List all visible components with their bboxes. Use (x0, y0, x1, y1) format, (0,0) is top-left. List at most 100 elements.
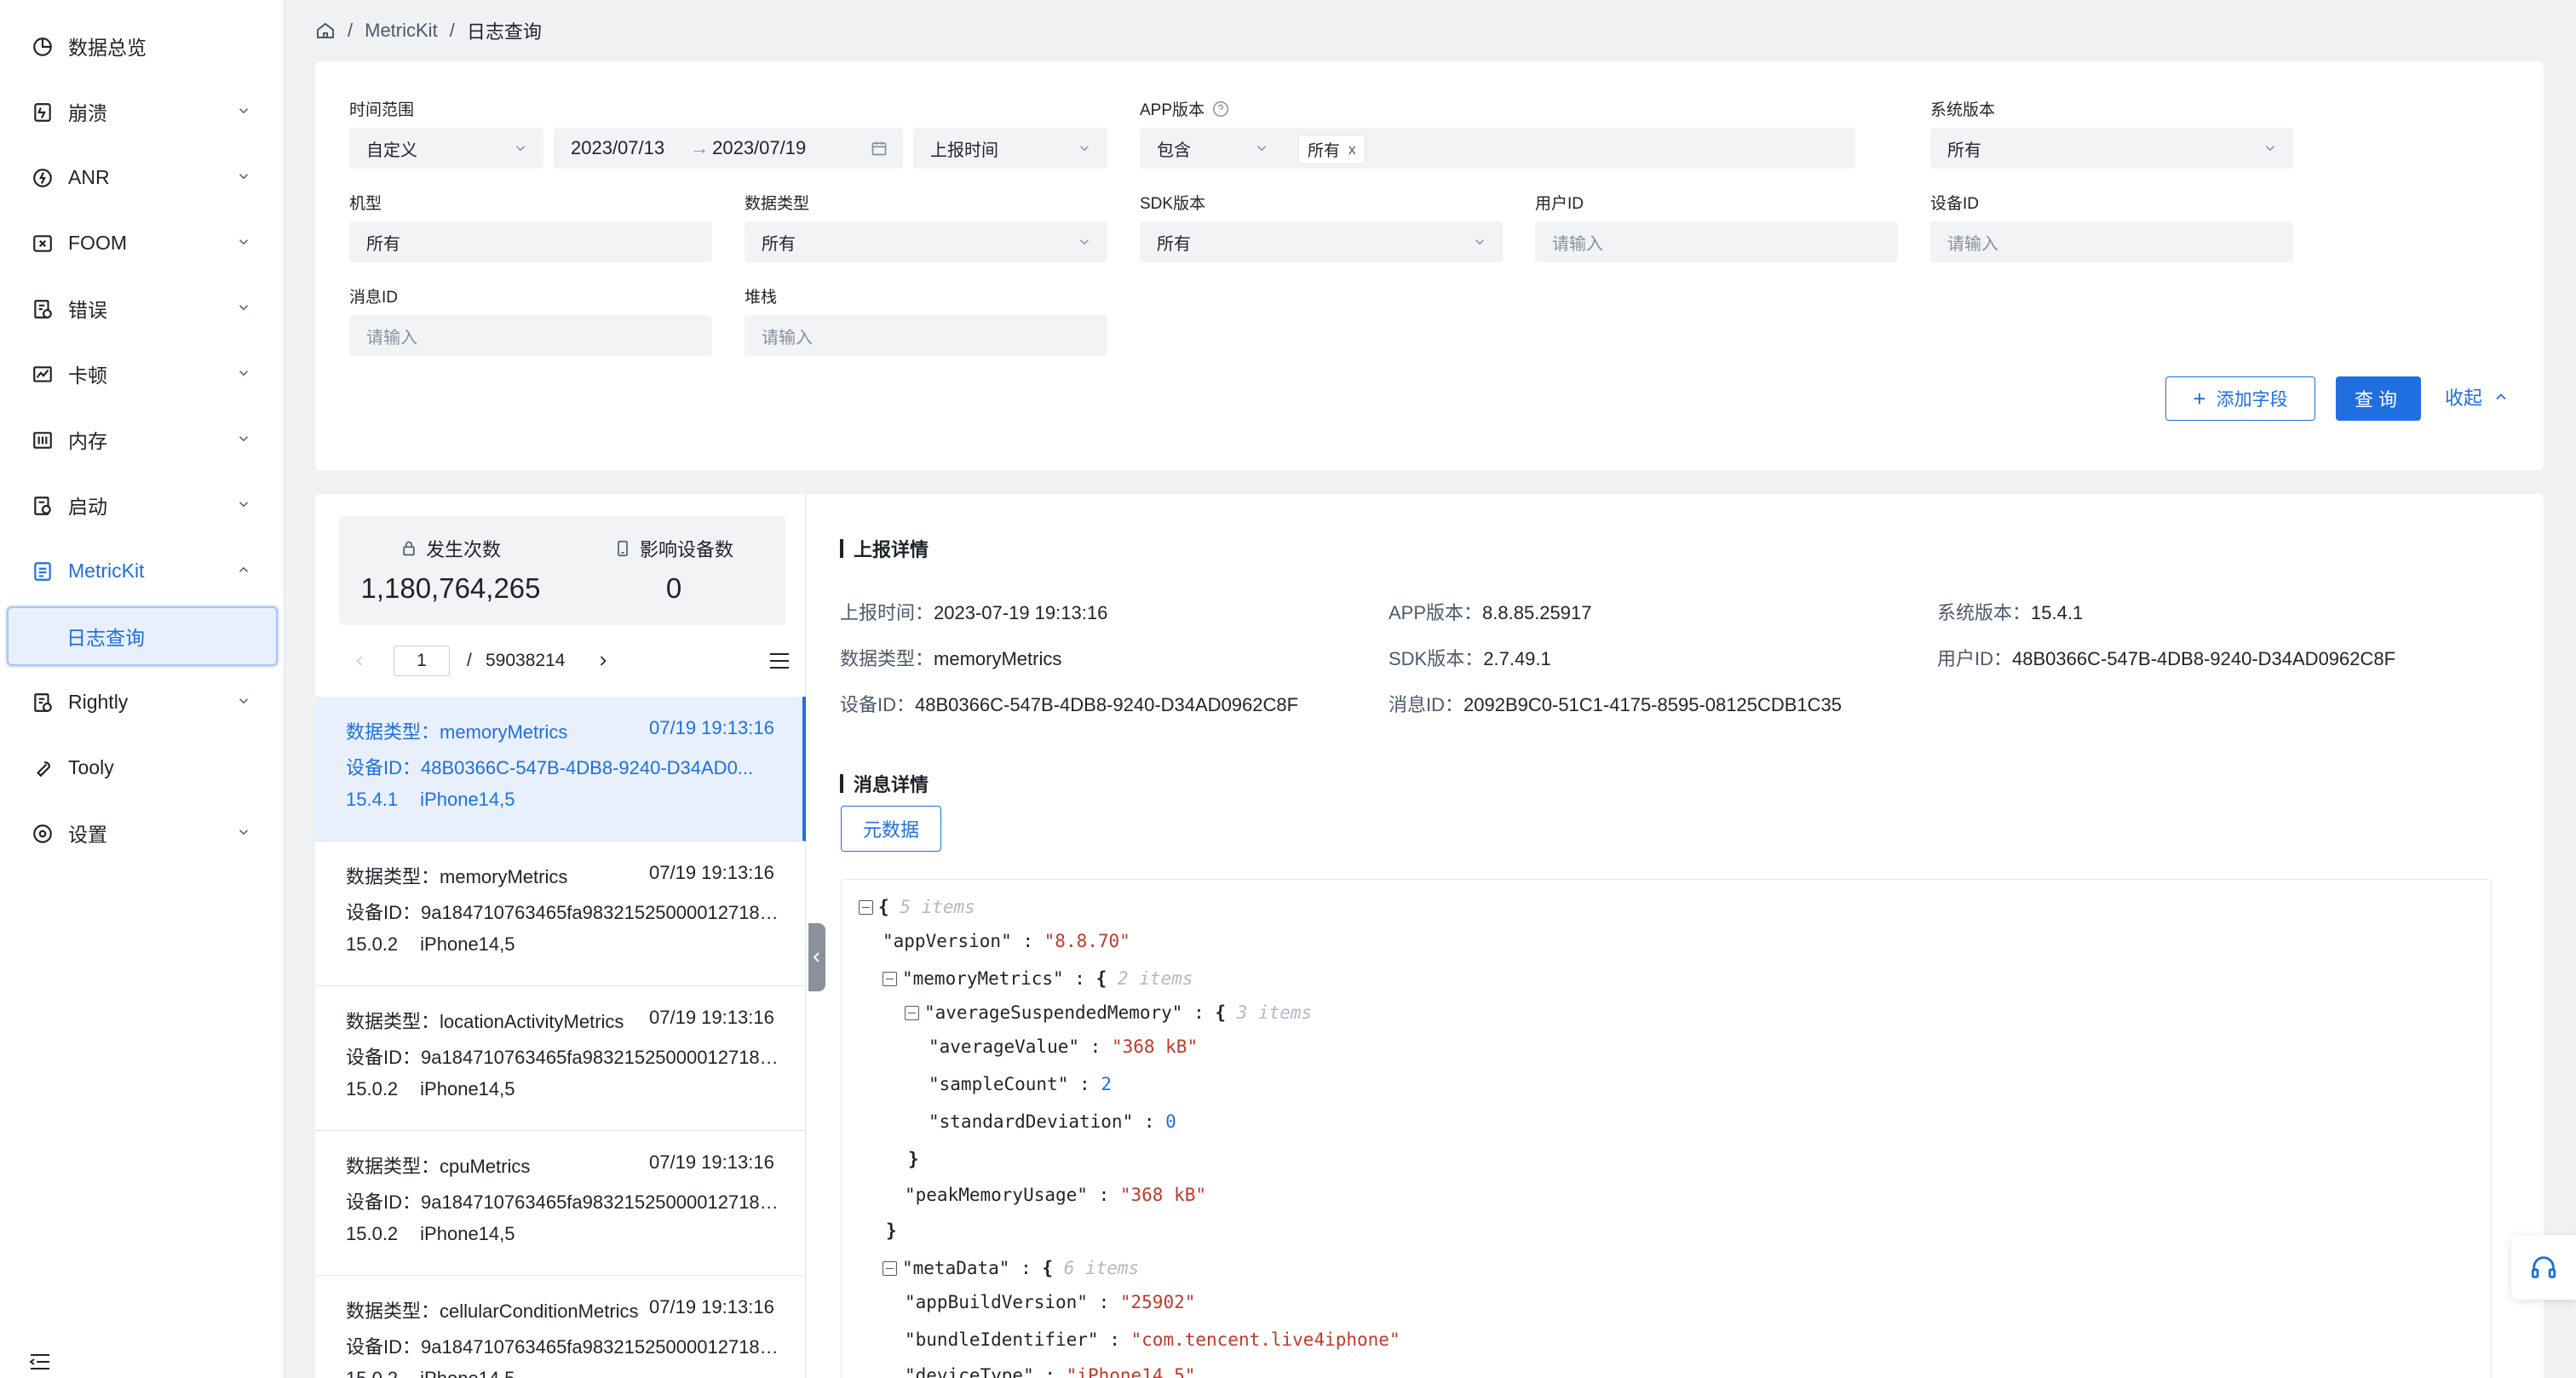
device-label: 设备ID： (346, 1191, 422, 1213)
type-label: 数据类型： (346, 866, 440, 887)
arrow-right-icon: → (690, 137, 710, 158)
nav-item-settings[interactable]: 设置 (0, 807, 285, 858)
chevron-down-icon[interactable] (236, 365, 251, 381)
sidebar-subitem-log-query[interactable]: 日志查询 (7, 606, 278, 666)
nav-item-anr[interactable]: ANR (0, 152, 285, 203)
list-menu-icon[interactable] (768, 651, 791, 671)
chevron-down-icon[interactable] (236, 234, 251, 250)
json-line-memorymetrics: "memoryMetrics" : { 2 items (883, 968, 1193, 989)
lag-chart-icon (31, 363, 55, 387)
nav-item-launch[interactable]: 启动 (0, 479, 285, 531)
sdk-version-select[interactable]: 所有 (1140, 221, 1503, 262)
list-item[interactable]: 数据类型：memoryMetrics 07/19 19:13:16 设备ID：48… (315, 697, 806, 841)
type-label: 数据类型： (346, 721, 440, 743)
chevron-down-icon[interactable] (236, 693, 251, 709)
json-line-appversion: "appVersion" : "8.8.70" (883, 931, 1130, 951)
breadcrumb-sep: / (348, 20, 354, 41)
list-item[interactable]: 数据类型：memoryMetrics 07/19 19:13:16 设备ID：9a… (315, 841, 806, 986)
type-label: 数据类型： (346, 1011, 440, 1032)
chevron-down-icon (2265, 146, 2275, 152)
button-label: 添加字段 (2216, 390, 2288, 410)
date-range-picker[interactable]: 2023/07/13 → 2023/07/19 (554, 128, 903, 169)
next-page-icon[interactable] (595, 652, 612, 669)
title-text: 消息详情 (854, 774, 929, 795)
start-date[interactable]: 2023/07/13 (571, 137, 664, 159)
close-icon[interactable]: x (1348, 141, 1356, 158)
user-id-input[interactable]: 请输入 (1535, 221, 1898, 262)
sidebar-collapse-icon[interactable] (29, 1352, 51, 1371)
nav-item-error[interactable]: 错误 (0, 283, 285, 334)
chevron-down-icon (515, 146, 526, 152)
headset-icon (2531, 1256, 2556, 1278)
nav-label: 数据总览 (68, 37, 147, 59)
chevron-down-icon[interactable] (236, 497, 251, 512)
prev-page-icon[interactable] (351, 652, 368, 669)
stack-input[interactable]: 请输入 (745, 315, 1107, 356)
time-field-select[interactable]: 上报时间 (913, 128, 1107, 169)
page-number: 1 (417, 651, 427, 670)
nav-item-tooly[interactable]: Tooly (0, 742, 285, 793)
nav-label: 设置 (68, 824, 107, 846)
collapse-toggle-icon[interactable] (859, 900, 873, 915)
page-input[interactable]: 1 (394, 646, 450, 676)
collapse-toggle-icon[interactable] (883, 1261, 897, 1276)
record-time: 07/19 19:13:16 (649, 717, 774, 738)
list-item[interactable]: 数据类型：cpuMetrics 07/19 19:13:16 设备ID：9a184… (315, 1131, 806, 1276)
metadata-tab-button[interactable]: 元数据 (841, 806, 941, 852)
chevron-down-icon[interactable] (236, 103, 251, 118)
query-button[interactable]: 查询 (2336, 376, 2421, 421)
record-model: iPhone14,5 (420, 789, 515, 810)
input-value: 所有 (366, 234, 400, 254)
chevron-down-icon[interactable] (236, 300, 251, 315)
breadcrumb: / MetricKit / 日志查询 (315, 17, 542, 44)
message-id-label: 消息ID (349, 289, 399, 307)
end-date[interactable]: 2023/07/19 (712, 137, 806, 159)
nav-item-crash[interactable]: 崩溃 (0, 86, 285, 137)
nav-item-foom[interactable]: FOOM (0, 217, 285, 268)
select-value: 所有 (762, 234, 796, 254)
placeholder: 请输入 (366, 328, 417, 347)
plus-icon: + (2193, 386, 2206, 411)
json-close-brace: } (886, 1220, 897, 1241)
nav-item-lag[interactable]: 卡顿 (0, 348, 285, 399)
nav-item-rightly[interactable]: Rightly (0, 676, 285, 727)
support-headset-button[interactable] (2511, 1235, 2576, 1300)
help-icon[interactable] (1211, 100, 1230, 118)
nav-item-memory[interactable]: 内存 (0, 414, 285, 465)
model-input[interactable]: 所有 (349, 221, 712, 262)
button-label: 元数据 (862, 819, 919, 841)
json-value: "368 kB" (1119, 1185, 1207, 1205)
placeholder: 请输入 (1947, 234, 1998, 254)
device-id-input[interactable]: 请输入 (1930, 221, 2293, 262)
type-value: locationActivityMetrics (440, 1011, 624, 1032)
list-item[interactable]: 数据类型：locationActivityMetrics 07/19 19:13:… (315, 986, 806, 1131)
data-type-select[interactable]: 所有 (745, 221, 1107, 262)
nav-item-overview[interactable]: 数据总览 (0, 20, 285, 72)
time-mode-select[interactable]: 自定义 (349, 128, 543, 169)
select-value: 上报时间 (930, 141, 998, 160)
os-version-select[interactable]: 所有 (1930, 128, 2293, 169)
list-item[interactable]: 数据类型：cellularConditionMetrics 07/19 19:13… (315, 1276, 806, 1378)
sdk-version-label: SDK版本 (1140, 195, 1206, 213)
collapse-toggle-icon[interactable] (883, 972, 897, 986)
chevron-down-icon[interactable] (236, 824, 251, 840)
item-count: 5 items (900, 897, 975, 917)
app-version-op-select[interactable]: 包含 (1140, 128, 1285, 169)
breadcrumb-metrickit[interactable]: MetricKit (365, 20, 438, 42)
message-id-input[interactable]: 请输入 (349, 315, 712, 356)
chevron-down-icon[interactable] (236, 431, 251, 446)
detail-user-id: 用户ID：48B0366C-547B-4DB8-9240-D34AD0962C8… (1937, 644, 2395, 671)
nav-item-metrickit[interactable]: MetricKit (0, 545, 285, 596)
panel-resize-handle[interactable] (808, 923, 825, 991)
chevron-down-icon[interactable] (236, 169, 251, 184)
collapse-filters-button[interactable]: 收起 (2445, 383, 2510, 411)
home-icon[interactable] (315, 20, 336, 41)
collapse-toggle-icon[interactable] (905, 1006, 919, 1020)
json-line-stddev: "standardDeviation" : 0 (929, 1111, 1176, 1132)
add-field-button[interactable]: + 添加字段 (2165, 376, 2315, 421)
select-value: 所有 (1947, 141, 1981, 160)
stack-label: 堆栈 (745, 289, 778, 307)
json-close-brace: } (908, 1149, 919, 1169)
chevron-up-icon[interactable] (236, 562, 251, 577)
record-os: 15.0.2 (346, 933, 399, 955)
